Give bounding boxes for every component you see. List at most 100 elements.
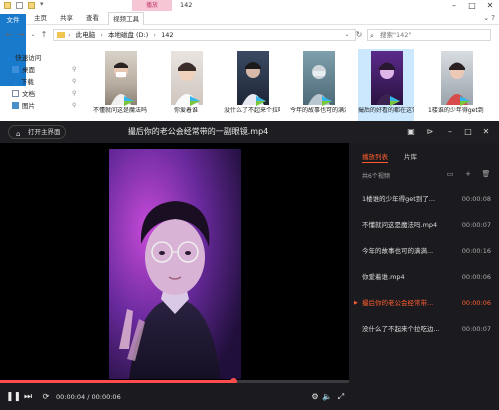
playlist-item-name: 撮后你的老公会经常带... xyxy=(362,299,434,307)
properties-icon[interactable] xyxy=(16,2,23,9)
address-field[interactable]: › 此电脑 › 本地磁盘 (D:) › 142 xyxy=(53,29,356,41)
download-icon: ↓ xyxy=(12,79,18,87)
tab-video-tools[interactable]: 视频工具 xyxy=(108,12,144,25)
pin-icon: ⚲ xyxy=(72,78,77,85)
next-icon[interactable]: ⏭ xyxy=(22,390,34,404)
playlist-item[interactable]: 你爱着谁.mp4 00:00:06 xyxy=(349,269,499,287)
tab-library[interactable]: 片库 xyxy=(404,151,417,161)
file-explorer-window: ▾ 播放 142 – □ ✕ 文件 主页 共享 查看 视频工具 ⌄ ? ← → … xyxy=(0,0,499,122)
nav-pictures[interactable]: 图片 ⚲ xyxy=(12,101,76,111)
now-playing-icon: ▶ xyxy=(354,300,358,306)
minimize-icon[interactable]: – xyxy=(445,0,463,11)
fullscreen-icon[interactable]: ⤢ xyxy=(336,390,346,404)
playlist-item-name: 不懂就问这是魔法吗.mp4 xyxy=(362,221,438,229)
file-item-selected[interactable]: 撮后的好看的都在这常常 xyxy=(358,49,414,121)
playlist-item[interactable]: 今年的故事也可的满满... 00:00:16 xyxy=(349,243,499,261)
desktop-icon xyxy=(12,66,19,73)
breadcrumb-this-pc[interactable]: 此电脑 xyxy=(76,31,96,39)
add-file-icon[interactable]: + xyxy=(463,169,473,179)
volume-icon[interactable]: 🔈 xyxy=(322,390,332,404)
file-list: 不懂就问这是魔法吗 你爱着谁 没什么了不起来个拉吃边 今年的故事也可的满满 xyxy=(88,47,499,122)
address-bar-row: ← → ⌄ ↑ › 此电脑 › 本地磁盘 (D:) › 142 ⌄ ↻ ⌕ 搜索… xyxy=(0,27,499,43)
close-icon[interactable]: ✕ xyxy=(480,126,492,138)
playlist-item-name: 没什么了不起来个拉吃边... xyxy=(362,325,440,333)
pin-icon: ⚲ xyxy=(72,66,77,73)
time-display: 00:00:04 / 00:00:06 xyxy=(56,393,121,401)
tab-home[interactable]: 主页 xyxy=(30,12,51,25)
file-item[interactable]: 今年的故事也可的满满 xyxy=(290,49,346,121)
tab-playlist[interactable]: 播放列表 xyxy=(362,151,388,163)
window-title: 142 xyxy=(180,1,193,9)
close-icon[interactable]: ✕ xyxy=(481,0,499,11)
maximize-icon[interactable]: □ xyxy=(463,0,481,11)
nav-downloads[interactable]: ↓ 下载 ⚲ xyxy=(12,77,76,87)
title-bar: ▾ 播放 142 – □ ✕ xyxy=(0,0,499,12)
nav-label: 桌面 xyxy=(22,66,35,74)
tab-share[interactable]: 共享 xyxy=(56,12,77,25)
refresh-icon[interactable]: ↻ xyxy=(354,29,364,41)
playlist-item-name: 今年的故事也可的满满... xyxy=(362,247,434,255)
file-item[interactable]: 你爱着谁 xyxy=(158,49,214,121)
file-item[interactable]: 不懂就问这是魔法吗 xyxy=(92,49,148,121)
address-dropdown-icon[interactable]: ⌄ xyxy=(342,29,352,41)
recent-locations-icon[interactable]: ⌄ xyxy=(28,29,38,41)
pictures-icon xyxy=(12,102,19,109)
up-icon[interactable]: ↑ xyxy=(39,29,49,41)
file-item[interactable]: 没什么了不起来个拉吃边 xyxy=(224,49,280,121)
pin-icon: ⚲ xyxy=(72,90,77,97)
home-icon: ⌂ xyxy=(16,130,21,138)
video-play-icon xyxy=(254,95,268,107)
pin-on-top-icon[interactable]: ⊳ xyxy=(424,126,436,138)
new-folder-icon[interactable] xyxy=(28,2,35,9)
file-name: 撮后的好看的都在这常常 xyxy=(358,107,414,114)
nav-label: 快速访问 xyxy=(15,54,42,62)
file-name: 1楼谁的少年得get到了 xyxy=(428,107,484,114)
breadcrumb-folder[interactable]: 142 xyxy=(161,31,173,39)
nav-label: 文档 xyxy=(22,90,35,98)
delete-icon[interactable]: 🗑 xyxy=(481,169,491,179)
context-tab-play[interactable]: 播放 xyxy=(132,0,172,11)
tab-view[interactable]: 查看 xyxy=(82,12,103,25)
quick-access-dropdown-icon[interactable]: ▾ xyxy=(40,0,44,8)
star-icon: ★ xyxy=(6,55,13,63)
video-play-icon xyxy=(122,95,136,107)
pause-icon[interactable]: ❚❚ xyxy=(6,390,21,404)
playlist-item-duration: 00:00:06 xyxy=(461,273,491,281)
breadcrumb-separator: › xyxy=(100,31,103,39)
document-icon xyxy=(12,90,19,97)
nav-desktop[interactable]: 桌面 ⚲ xyxy=(12,65,76,75)
ribbon-tabs: 文件 主页 共享 查看 视频工具 ⌄ ? xyxy=(0,12,499,86)
help-icon[interactable]: ⌄ ? xyxy=(483,14,495,22)
maximize-icon[interactable]: □ xyxy=(462,126,474,138)
video-title: 撮后你的老公会经常带的一副眼镜.mp4 xyxy=(127,127,269,136)
playlist-item[interactable]: 1楼谁的少年得get到了... 00:00:08 xyxy=(349,191,499,209)
playlist-item-playing[interactable]: ▶ 撮后你的老公会经常带... 00:00:06 xyxy=(349,295,499,313)
nav-documents[interactable]: 文档 ⚲ xyxy=(12,89,76,99)
file-item[interactable]: 1楼谁的少年得get到了 xyxy=(428,49,484,121)
playlist-item[interactable]: 不懂就问这是魔法吗.mp4 00:00:07 xyxy=(349,217,499,235)
file-name: 不懂就问这是魔法吗 xyxy=(92,107,147,114)
breadcrumb-separator: › xyxy=(68,31,71,39)
folder-icon xyxy=(4,2,11,9)
file-name: 你爱着谁 xyxy=(173,107,198,114)
playlist-item-duration: 00:00:07 xyxy=(461,221,491,229)
open-main-interface-button[interactable]: ⌂ 打开主界面 xyxy=(8,125,66,139)
file-name: 没什么了不起来个拉吃边 xyxy=(224,107,280,114)
playlist-item[interactable]: 没什么了不起来个拉吃边... 00:00:07 xyxy=(349,321,499,339)
settings-icon[interactable]: ⚙ xyxy=(310,390,320,404)
add-folder-icon[interactable]: ▭ xyxy=(445,169,455,179)
back-icon[interactable]: ← xyxy=(4,29,14,41)
video-area[interactable] xyxy=(0,143,349,380)
playlist-panel: 播放列表 片库 共6个视频 ▭ + 🗑 1楼谁的少年得get到了... 00:0… xyxy=(349,143,499,410)
breadcrumb-drive[interactable]: 本地磁盘 (D:) xyxy=(108,31,148,39)
search-placeholder: 搜索"142" xyxy=(380,31,412,39)
video-frame xyxy=(109,149,241,379)
search-input[interactable]: ⌕ 搜索"142" xyxy=(367,29,491,41)
screen-cast-icon[interactable]: ▣ xyxy=(405,126,417,138)
minimize-icon[interactable]: – xyxy=(444,126,456,138)
nav-label: 下载 xyxy=(20,78,34,86)
nav-quick-access[interactable]: ★ 快速访问 xyxy=(6,53,41,63)
forward-icon[interactable]: → xyxy=(16,29,26,41)
video-count: 共6个视频 xyxy=(362,173,390,180)
playlist-loop-icon[interactable]: ⟳ xyxy=(40,390,52,404)
